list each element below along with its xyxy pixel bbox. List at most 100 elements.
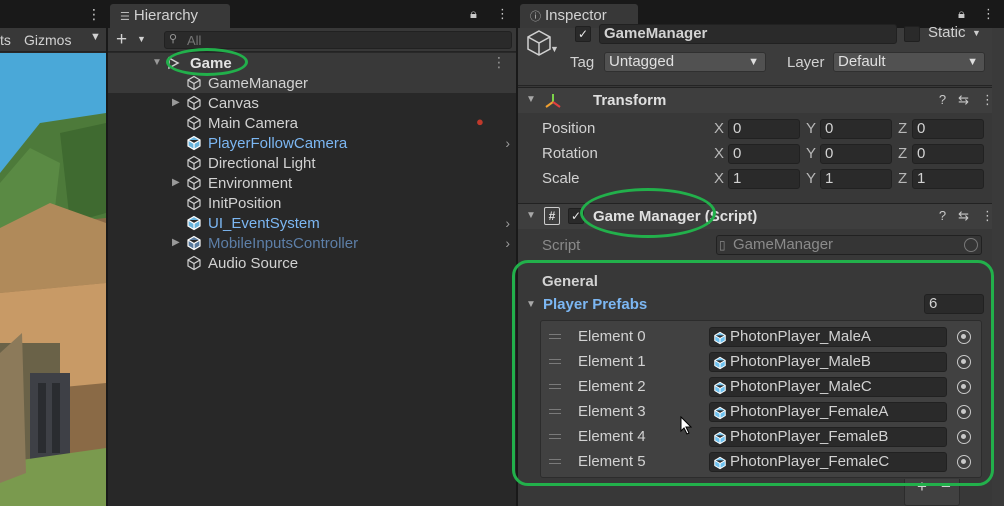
gizmos-button[interactable]: Gizmos xyxy=(24,32,71,48)
lock-icon[interactable]: 🔒︎ xyxy=(958,6,965,22)
create-plus-icon[interactable]: + xyxy=(116,29,127,51)
prefab-cube-icon xyxy=(714,456,726,470)
component-enabled-checkbox[interactable]: ✓ xyxy=(568,208,584,224)
object-reference-field[interactable]: PhotonPlayer_FemaleC xyxy=(709,452,947,472)
axis-z-label[interactable]: Z xyxy=(898,145,907,162)
static-checkbox[interactable] xyxy=(904,26,920,42)
hierarchy-item[interactable]: Directional Light xyxy=(108,153,516,173)
object-reference-field[interactable]: PhotonPlayer_MaleA xyxy=(709,327,947,347)
hierarchy-menu-icon[interactable]: ⋮ xyxy=(496,6,509,22)
scene-viewport[interactable] xyxy=(0,53,106,506)
preset-sliders-icon[interactable]: ⇆ xyxy=(958,92,969,107)
rotation-y-field[interactable]: 0 xyxy=(820,144,892,164)
hierarchy-item[interactable]: GameManager xyxy=(108,73,516,93)
object-picker-icon[interactable] xyxy=(957,355,971,369)
gizmos-dropdown-icon[interactable]: ▼ xyxy=(90,31,101,43)
drag-handle-icon[interactable] xyxy=(549,359,561,364)
object-picker-icon[interactable] xyxy=(957,330,971,344)
hierarchy-item[interactable]: PlayerFollowCamera › xyxy=(108,133,516,153)
create-dropdown-icon[interactable]: ▼ xyxy=(137,34,146,44)
scale-y-field[interactable]: 1 xyxy=(820,169,892,189)
hierarchy-item[interactable]: UI_EventSystem › xyxy=(108,213,516,233)
script-component-header[interactable]: ▼ # ✓ Game Manager (Script) ? ⇆ ⋮ xyxy=(518,203,1004,229)
fold-down-icon[interactable]: ▼ xyxy=(526,94,536,105)
tab-hierarchy[interactable]: ☰ Hierarchy xyxy=(110,4,230,28)
axis-x-label[interactable]: X xyxy=(714,145,724,162)
chevron-right-icon[interactable]: › xyxy=(505,135,510,151)
static-dropdown-icon[interactable]: ▼ xyxy=(972,28,981,38)
object-reference-field[interactable]: PhotonPlayer_MaleB xyxy=(709,352,947,372)
search-input[interactable] xyxy=(187,33,487,48)
remove-element-icon[interactable]: − xyxy=(941,477,951,497)
tag-dropdown[interactable]: Untagged ▼ xyxy=(604,52,766,72)
position-y-field[interactable]: 0 xyxy=(820,119,892,139)
hierarchy-item[interactable]: ▶ MobileInputsController › xyxy=(108,233,516,253)
transform-header[interactable]: ▼ Transform ? ⇆ ⋮ xyxy=(518,87,1004,113)
scene-toolbar-partial-label[interactable]: ts xyxy=(0,32,11,48)
fold-down-icon[interactable]: ▼ xyxy=(526,299,536,310)
scale-z-field[interactable]: 1 xyxy=(912,169,984,189)
axis-x-label[interactable]: X xyxy=(714,170,724,187)
inspector-menu-icon[interactable]: ⋮ xyxy=(982,6,995,22)
position-x-field[interactable]: 0 xyxy=(728,119,800,139)
inspector-scrollbar[interactable] xyxy=(992,28,1004,506)
fold-right-icon[interactable]: ▶ xyxy=(172,237,180,248)
array-element-row[interactable]: Element 2 PhotonPlayer_MaleC xyxy=(541,374,981,398)
object-picker-icon[interactable] xyxy=(957,380,971,394)
fold-right-icon[interactable]: ▶ xyxy=(172,97,180,108)
array-element-row[interactable]: Element 1 PhotonPlayer_MaleB xyxy=(541,349,981,373)
fold-right-icon[interactable]: ▶ xyxy=(172,177,180,188)
array-element-row[interactable]: Element 3 PhotonPlayer_FemaleA xyxy=(541,399,981,423)
rotation-z-field[interactable]: 0 xyxy=(912,144,984,164)
drag-handle-icon[interactable] xyxy=(549,409,561,414)
help-icon[interactable]: ? xyxy=(939,208,946,223)
add-element-icon[interactable]: + xyxy=(917,477,927,497)
fold-down-icon[interactable]: ▼ xyxy=(526,210,536,221)
drag-handle-icon[interactable] xyxy=(549,459,561,464)
array-element-row[interactable]: Element 0 PhotonPlayer_MaleA xyxy=(541,324,981,348)
array-element-row[interactable]: Element 4 PhotonPlayer_FemaleB xyxy=(541,424,981,448)
object-name-field[interactable]: GameManager xyxy=(599,24,897,44)
scene-root-row[interactable]: ▼ Game ⋮ xyxy=(108,53,516,73)
hierarchy-search[interactable]: ⚲ xyxy=(164,31,512,49)
hierarchy-item[interactable]: InitPosition xyxy=(108,193,516,213)
object-picker-icon[interactable] xyxy=(957,405,971,419)
array-size-field[interactable]: 6 xyxy=(924,294,984,314)
axis-y-label[interactable]: Y xyxy=(806,120,816,137)
array-element-row[interactable]: Element 5 PhotonPlayer_FemaleC xyxy=(541,449,981,473)
active-checkbox[interactable]: ✓ xyxy=(575,26,591,42)
drag-handle-icon[interactable] xyxy=(549,434,561,439)
axis-z-label[interactable]: Z xyxy=(898,170,907,187)
object-reference-field[interactable]: PhotonPlayer_MaleC xyxy=(709,377,947,397)
hierarchy-item[interactable]: Main Camera ● xyxy=(108,113,516,133)
scene-menu-icon[interactable]: ⋮ xyxy=(87,6,101,23)
chevron-right-icon[interactable]: › xyxy=(505,215,510,231)
object-picker-icon[interactable] xyxy=(957,430,971,444)
axis-y-label[interactable]: Y xyxy=(806,145,816,162)
object-picker-icon[interactable] xyxy=(957,455,971,469)
help-icon[interactable]: ? xyxy=(939,92,946,107)
drag-handle-icon[interactable] xyxy=(549,384,561,389)
scale-x-field[interactable]: 1 xyxy=(728,169,800,189)
layer-dropdown[interactable]: Default ▼ xyxy=(833,52,985,72)
rotation-x-field[interactable]: 0 xyxy=(728,144,800,164)
hierarchy-item[interactable]: ▶ Environment xyxy=(108,173,516,193)
preset-sliders-icon[interactable]: ⇆ xyxy=(958,208,969,223)
tag-value: Untagged xyxy=(609,53,675,70)
player-prefabs-label[interactable]: Player Prefabs xyxy=(543,296,647,313)
fold-down-icon[interactable]: ▼ xyxy=(152,57,162,68)
object-reference-field[interactable]: PhotonPlayer_FemaleB xyxy=(709,427,947,447)
scene-menu-icon[interactable]: ⋮ xyxy=(492,54,506,71)
icon-dropdown-icon[interactable]: ▼ xyxy=(550,44,559,54)
drag-handle-icon[interactable] xyxy=(549,334,561,339)
axis-x-label[interactable]: X xyxy=(714,120,724,137)
lock-icon[interactable]: 🔒︎ xyxy=(470,6,477,22)
static-label: Static xyxy=(928,24,966,41)
position-z-field[interactable]: 0 xyxy=(912,119,984,139)
chevron-right-icon[interactable]: › xyxy=(505,235,510,251)
hierarchy-item[interactable]: Audio Source xyxy=(108,253,516,273)
hierarchy-item[interactable]: ▶ Canvas xyxy=(108,93,516,113)
axis-y-label[interactable]: Y xyxy=(806,170,816,187)
object-reference-field[interactable]: PhotonPlayer_FemaleA xyxy=(709,402,947,422)
axis-z-label[interactable]: Z xyxy=(898,120,907,137)
